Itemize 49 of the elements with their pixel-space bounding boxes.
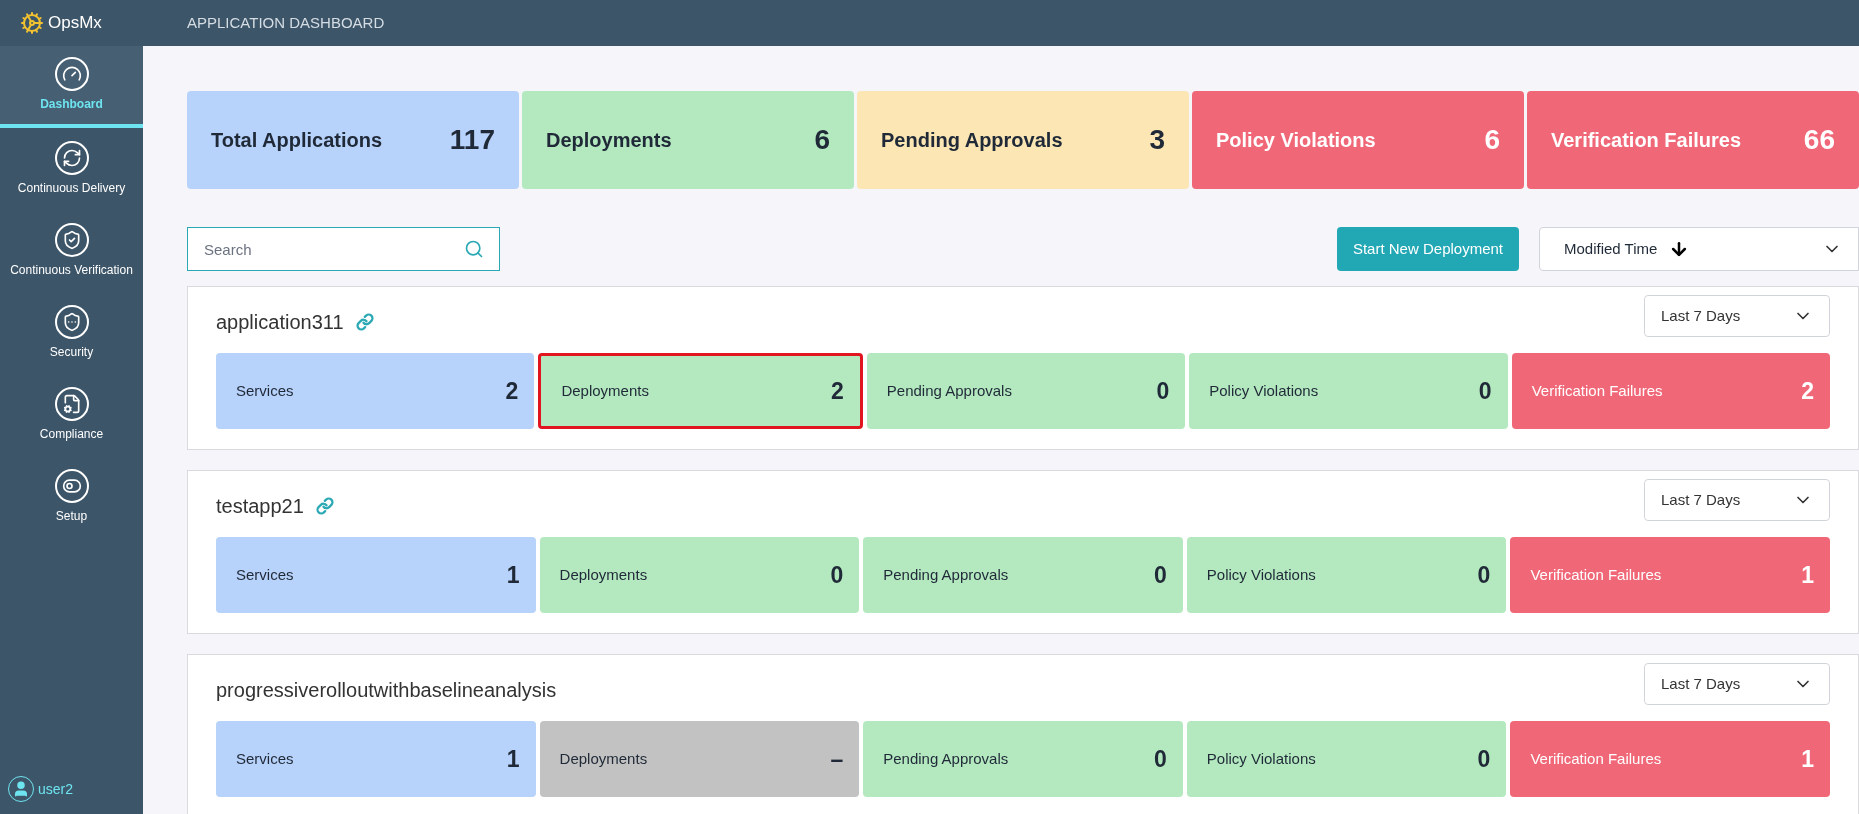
page-title: APPLICATION DASHBOARD <box>187 12 385 33</box>
sidebar-label: Dashboard <box>40 96 103 113</box>
application-name[interactable]: testapp21 <box>216 491 304 521</box>
period-dropdown[interactable]: Last 7 Days <box>1644 663 1830 705</box>
metric-tile[interactable]: Policy Violations 0 <box>1189 353 1508 429</box>
metric-tile[interactable]: Policy Violations 0 <box>1186 537 1507 613</box>
search-field[interactable]: Search <box>187 227 500 271</box>
metric-tile[interactable]: Pending Approvals 0 <box>863 721 1183 797</box>
sidebar-item[interactable]: Dashboard <box>0 46 143 128</box>
period-dropdown[interactable]: Last 7 Days <box>1644 479 1830 521</box>
sidebar-label: Continuous Delivery <box>17 180 126 197</box>
application-name[interactable]: application311 <box>216 307 344 337</box>
application-name[interactable]: progressiverolloutwithbaselineanalysis <box>216 675 557 705</box>
sidebar-item[interactable]: Setup <box>0 456 143 538</box>
stat-card: Total Applications 117 <box>187 91 519 189</box>
cycle-arrows-icon <box>54 141 89 175</box>
period-dropdown[interactable]: Last 7 Days <box>1644 295 1830 337</box>
sidebar-label: Security <box>49 344 94 361</box>
stat-card: Verification Failures 66 <box>1527 91 1859 189</box>
document-gear-icon <box>54 387 89 421</box>
link-icon[interactable] <box>315 497 334 515</box>
shield-check-icon <box>54 223 89 257</box>
stat-card: Pending Approvals 3 <box>857 91 1189 189</box>
metric-tile[interactable]: Services 1 <box>216 721 536 797</box>
metric-tile[interactable]: Services 2 <box>216 353 535 429</box>
toggle-icon <box>54 469 89 503</box>
sidebar-label: Compliance <box>39 426 104 443</box>
metric-tile[interactable]: Deployments 2 <box>538 353 863 429</box>
metric-tile[interactable]: Deployments 0 <box>539 537 860 613</box>
sidebar-label: Continuous Verification <box>10 262 133 279</box>
sidebar-item[interactable]: Continuous Delivery <box>0 128 143 210</box>
username[interactable]: user2 <box>38 778 74 800</box>
logo-text: OpsMx <box>48 12 102 35</box>
gauge-icon <box>54 57 89 91</box>
sidebar-item[interactable]: Continuous Verification <box>0 210 143 292</box>
logo-gear-icon <box>20 11 44 35</box>
metric-tile[interactable]: Pending Approvals 0 <box>863 537 1183 613</box>
stat-card: Deployments 6 <box>522 91 854 189</box>
stat-card: Policy Violations 6 <box>1192 91 1524 189</box>
sidebar-item[interactable]: Security <box>0 292 143 374</box>
metric-tile[interactable]: Deployments – <box>539 721 860 797</box>
metric-tile[interactable]: Services 1 <box>216 537 536 613</box>
search-icon <box>464 239 484 259</box>
link-icon[interactable] <box>355 313 374 331</box>
metric-tile[interactable]: Pending Approvals 0 <box>866 353 1186 429</box>
sidebar-item[interactable]: Compliance <box>0 374 143 456</box>
sidebar-label: Setup <box>55 508 88 525</box>
metric-tile[interactable]: Policy Violations 0 <box>1186 721 1507 797</box>
sort-dropdown[interactable]: Modified Time <box>1539 227 1859 271</box>
